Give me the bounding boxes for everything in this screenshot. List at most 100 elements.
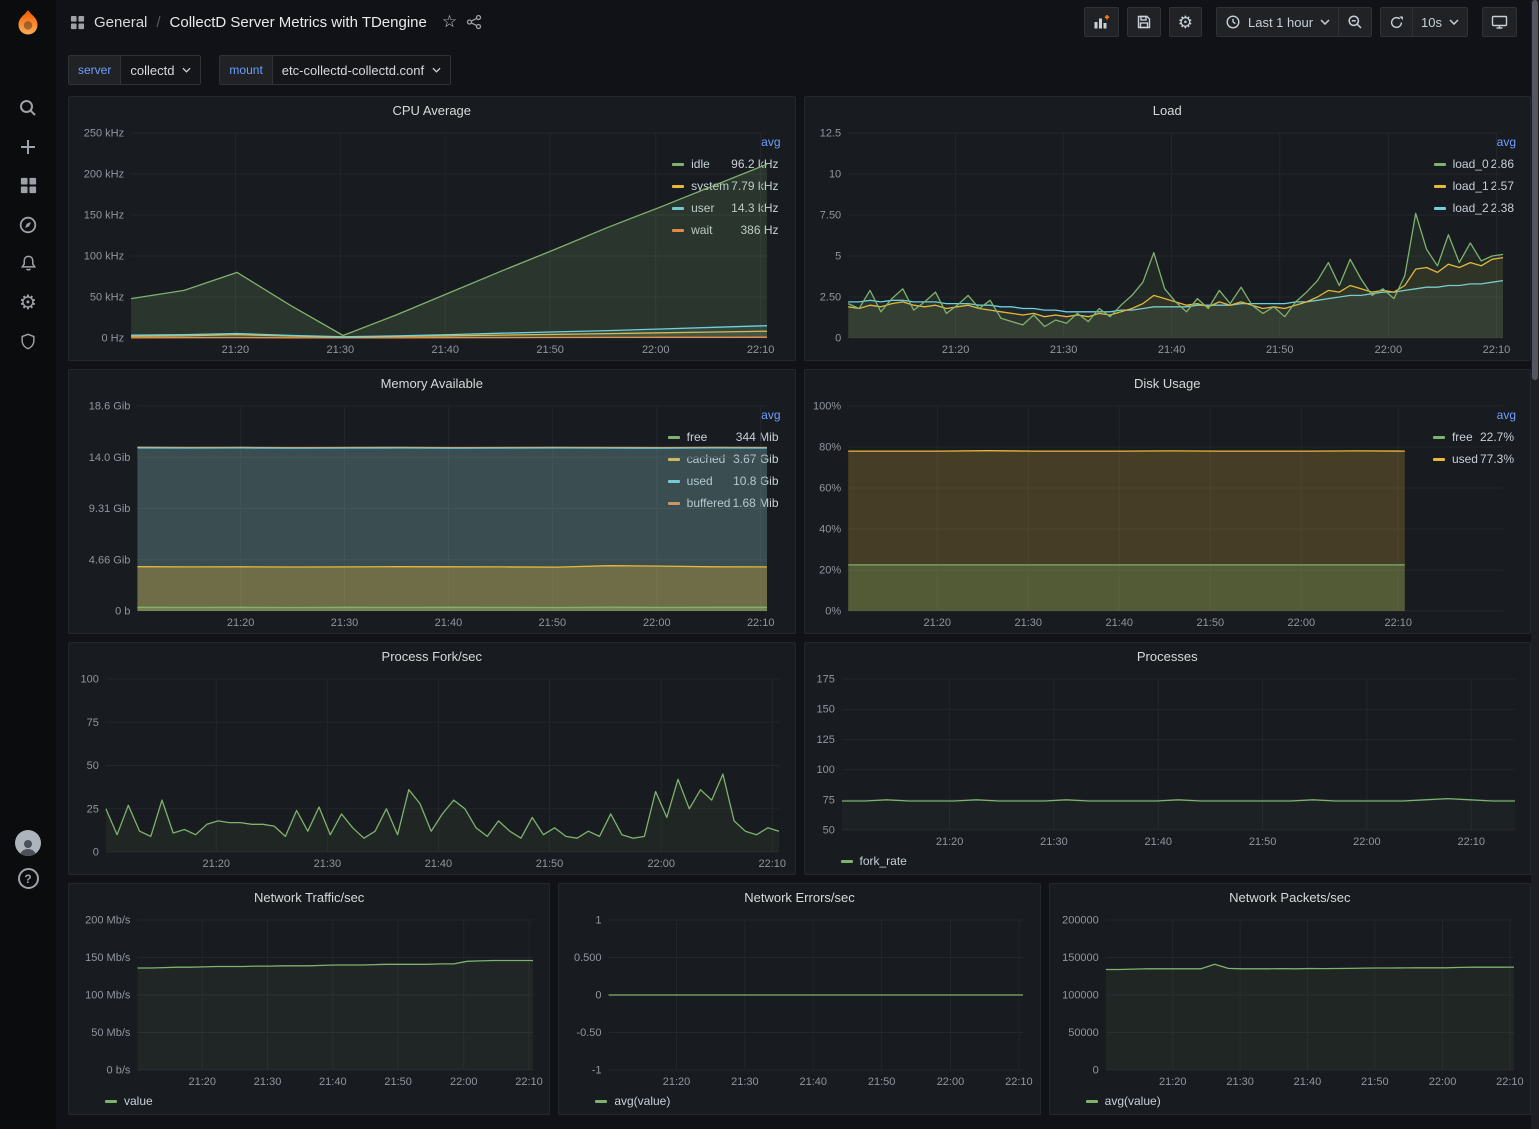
variable-mount-label: mount (219, 55, 271, 85)
svg-text:22:10: 22:10 (747, 617, 775, 629)
zoom-out-button[interactable] (1339, 7, 1372, 37)
svg-text:21:20: 21:20 (222, 344, 250, 356)
panel-header[interactable]: Network Packets/sec (1050, 884, 1530, 910)
svg-text:4.66 Gib: 4.66 Gib (89, 554, 131, 566)
sidebar-item-explore[interactable] (6, 205, 50, 244)
variable-server-value[interactable]: collectd (120, 55, 201, 85)
svg-text:22:10: 22:10 (747, 344, 775, 356)
processes-legend: fork_rate (809, 850, 1527, 872)
panel-header[interactable]: Network Errors/sec (559, 884, 1039, 910)
panel-title: Process Fork/sec (382, 649, 482, 664)
save-dashboard-button[interactable] (1127, 7, 1161, 37)
svg-text:21:30: 21:30 (331, 617, 359, 629)
panel-title: Disk Usage (1134, 376, 1200, 391)
load-chart[interactable]: 02.5057.501012.521:2021:3021:4021:5022:0… (809, 123, 1430, 358)
alerting-bell-icon (19, 254, 38, 273)
svg-text:21:40: 21:40 (431, 344, 459, 356)
page-scrollbar[interactable] (1531, 0, 1539, 1129)
series-name: value (124, 1094, 153, 1108)
svg-text:21:40: 21:40 (1157, 344, 1185, 356)
panel-header[interactable]: Load (805, 97, 1531, 123)
dashboard-settings-button[interactable]: ⚙ (1169, 7, 1202, 37)
svg-text:150 Mb/s: 150 Mb/s (85, 952, 131, 964)
sidebar-item-search[interactable] (6, 88, 50, 127)
variable-mount-selected: etc-collectd-collectd.conf (282, 63, 424, 78)
svg-text:22:00: 22:00 (1428, 1076, 1456, 1088)
panel-title: Processes (1137, 649, 1198, 664)
network-errors-chart[interactable]: -1-0.5000.500121:2021:3021:4021:5022:002… (563, 910, 1035, 1090)
sidebar-item-server-admin[interactable] (6, 322, 50, 361)
svg-text:21:50: 21:50 (868, 1076, 896, 1088)
star-icon[interactable]: ☆ (442, 12, 457, 32)
top-navbar: General / CollectD Server Metrics with T… (56, 0, 1531, 44)
panel-header[interactable]: Memory Available (69, 370, 795, 396)
disk-usage-chart[interactable]: 0%20%40%60%80%100%21:2021:3021:4021:5022… (809, 396, 1429, 631)
clock-icon (1225, 14, 1241, 30)
panel-processes: Processes 507510012515017521:2021:3021:4… (804, 642, 1532, 875)
legend-item[interactable]: avg(value) (595, 1094, 670, 1108)
svg-text:0.500: 0.500 (574, 952, 602, 964)
help-icon[interactable]: ? (18, 868, 39, 889)
svg-text:21:40: 21:40 (800, 1076, 828, 1088)
grafana-logo[interactable] (11, 6, 45, 40)
cycle-view-mode-button[interactable] (1482, 7, 1517, 37)
panel-header[interactable]: CPU Average (69, 97, 795, 123)
add-panel-button[interactable] (1084, 7, 1119, 37)
series-name: avg(value) (614, 1094, 670, 1108)
sidebar-item-dashboards[interactable] (6, 166, 50, 205)
svg-text:100: 100 (81, 674, 99, 686)
process-fork-chart[interactable]: 025507510021:2021:3021:4021:5022:0022:10 (73, 669, 791, 872)
sidebar-item-create[interactable] (6, 127, 50, 166)
svg-text:0 b/s: 0 b/s (107, 1065, 131, 1077)
legend-item[interactable]: avg(value) (1086, 1094, 1161, 1108)
network-packets-chart[interactable]: 05000010000015000020000021:2021:3021:402… (1054, 910, 1526, 1090)
cpu-average-chart[interactable]: 0 Hz50 kHz100 kHz150 kHz200 kHz250 kHz21… (73, 123, 668, 358)
series-name: avg(value) (1105, 1094, 1161, 1108)
svg-text:21:20: 21:20 (203, 858, 231, 870)
processes-chart[interactable]: 507510012515017521:2021:3021:4021:5022:0… (809, 669, 1527, 850)
svg-text:7.50: 7.50 (819, 210, 840, 222)
svg-text:21:30: 21:30 (314, 858, 342, 870)
panel-header[interactable]: Network Traffic/sec (69, 884, 549, 910)
refresh-interval-label: 10s (1421, 15, 1442, 30)
add-panel-icon (1093, 14, 1110, 30)
svg-text:21:20: 21:20 (189, 1076, 217, 1088)
svg-text:21:30: 21:30 (1226, 1076, 1254, 1088)
panel-header[interactable]: Processes (805, 643, 1531, 669)
svg-text:0 Hz: 0 Hz (101, 333, 124, 345)
network-traffic-chart[interactable]: 0 b/s50 Mb/s100 Mb/s150 Mb/s200 Mb/s21:2… (73, 910, 545, 1090)
network-packets-legend: avg(value) (1054, 1090, 1526, 1112)
sidebar-item-alerting[interactable] (6, 244, 50, 283)
avatar[interactable] (15, 830, 41, 856)
user-silhouette-icon (18, 838, 38, 856)
grafana-app: ⚙ ? (0, 0, 1539, 1129)
legend-item[interactable]: value (105, 1094, 153, 1108)
svg-text:0: 0 (835, 333, 841, 345)
time-range-picker[interactable]: Last 1 hour (1216, 7, 1339, 37)
panel-header[interactable]: Process Fork/sec (69, 643, 795, 669)
svg-text:21:40: 21:40 (1293, 1076, 1321, 1088)
svg-text:22:10: 22:10 (1005, 1076, 1033, 1088)
refresh-interval-picker[interactable]: 10s (1413, 7, 1468, 37)
breadcrumb: General / CollectD Server Metrics with T… (70, 12, 482, 32)
svg-text:21:20: 21:20 (227, 617, 255, 629)
chevron-down-icon (1449, 19, 1459, 25)
memory-available-chart[interactable]: 0 b4.66 Gib9.31 Gib14.0 Gib18.6 Gib21:20… (73, 396, 664, 631)
scrollbar-thumb[interactable] (1532, 0, 1538, 380)
series-name: fork_rate (860, 854, 907, 868)
panel-header[interactable]: Disk Usage (805, 370, 1531, 396)
svg-text:50000: 50000 (1068, 1027, 1099, 1039)
svg-text:21:50: 21:50 (536, 858, 564, 870)
panel-process-fork: Process Fork/sec 025507510021:2021:3021:… (68, 642, 796, 875)
variable-mount-value[interactable]: etc-collectd-collectd.conf (272, 55, 451, 85)
svg-text:21:40: 21:40 (1105, 617, 1133, 629)
legend-item[interactable]: fork_rate (841, 854, 907, 868)
grafana-flame-icon (13, 8, 43, 38)
panel-title: Network Traffic/sec (254, 890, 364, 905)
breadcrumb-folder[interactable]: General (94, 14, 147, 31)
sidebar-item-configuration[interactable]: ⚙ (6, 283, 50, 322)
svg-text:21:30: 21:30 (1049, 344, 1077, 356)
page-title[interactable]: CollectD Server Metrics with TDengine (170, 14, 427, 31)
refresh-button[interactable] (1380, 7, 1413, 37)
share-icon[interactable] (466, 14, 482, 30)
